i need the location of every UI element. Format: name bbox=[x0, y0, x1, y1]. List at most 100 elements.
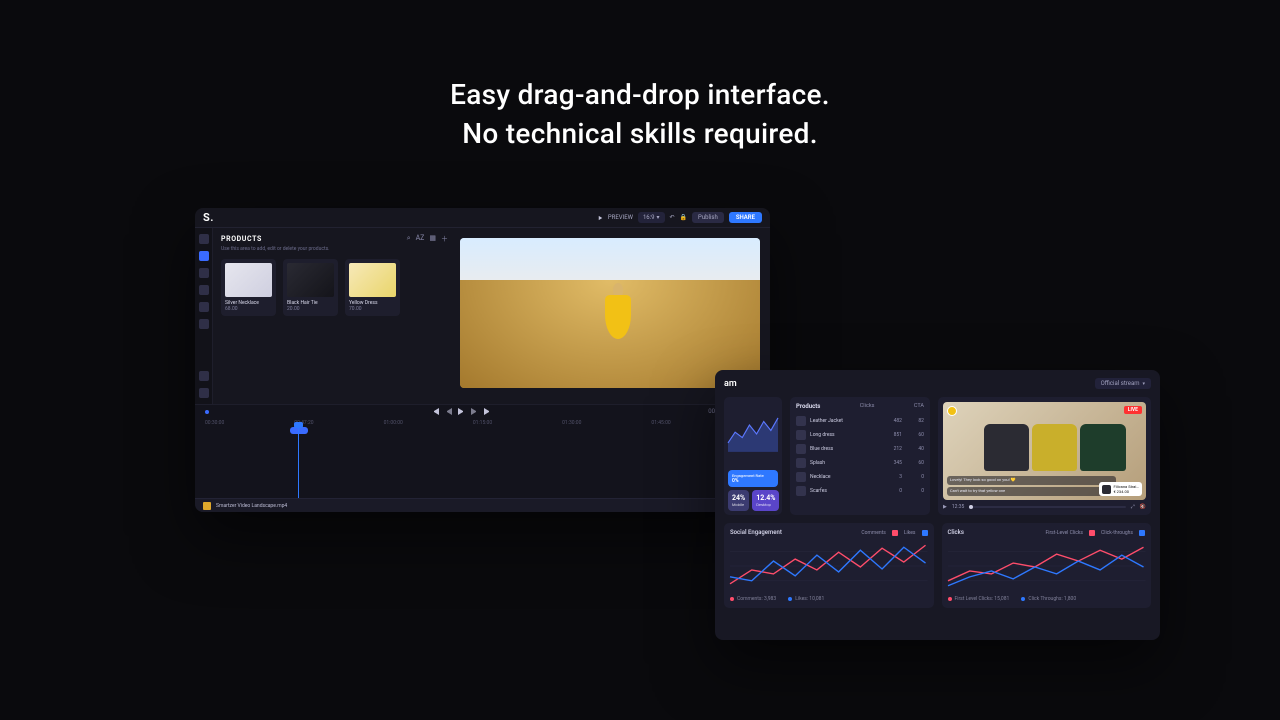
row-name: Blue dress bbox=[810, 446, 880, 452]
row-thumb bbox=[796, 416, 806, 426]
expand-icon[interactable]: ⤢ bbox=[1131, 504, 1135, 510]
clip-handle[interactable] bbox=[290, 427, 308, 434]
product-row[interactable]: Necklace30 bbox=[796, 470, 924, 484]
row-clicks: 851 bbox=[884, 432, 902, 438]
sidebar-text-icon[interactable] bbox=[199, 285, 209, 295]
live-video[interactable]: LIVE Lovely! They look so good on you! 💛… bbox=[943, 402, 1146, 500]
undo-icon[interactable]: ↶ bbox=[670, 214, 675, 221]
skip-back-icon[interactable] bbox=[432, 408, 439, 415]
settings-icon[interactable] bbox=[199, 371, 209, 381]
share-button[interactable]: SHARE bbox=[729, 212, 762, 223]
skip-fwd-icon[interactable] bbox=[484, 408, 491, 415]
play-icon[interactable] bbox=[599, 215, 603, 219]
grid-view-icon[interactable]: ▦ bbox=[429, 234, 436, 244]
social-engagement-chart: Social Engagement Comments Likes Comment… bbox=[724, 523, 934, 608]
product-card[interactable]: Silver Necklace 68.00 bbox=[221, 259, 276, 316]
product-card[interactable]: Black Hair Tie 20.00 bbox=[283, 259, 338, 316]
dashboard-title: am bbox=[724, 379, 737, 389]
aspect-ratio-chip[interactable]: 16:9 ▾ bbox=[638, 212, 665, 223]
social-chart-svg bbox=[730, 539, 928, 593]
sidebar-search-icon[interactable] bbox=[199, 302, 209, 312]
search-icon[interactable]: ⌕ bbox=[407, 234, 411, 244]
editor-sidebar bbox=[195, 228, 213, 404]
sort-button[interactable]: AZ bbox=[416, 234, 425, 244]
play-icon[interactable]: ▶ bbox=[943, 504, 947, 510]
sidebar-media-icon[interactable] bbox=[199, 234, 209, 244]
clicks-chart-svg bbox=[948, 539, 1146, 593]
product mumb-liver bbox=[225, 263, 272, 297]
row-thumb bbox=[796, 486, 806, 496]
play-icon[interactable] bbox=[458, 408, 465, 415]
sidebar-more-icon[interactable] bbox=[199, 319, 209, 329]
overview-chart-card: Engagement Rate 0% 24% Mobile 12.4% Desk… bbox=[724, 397, 782, 515]
editor-window: S. PREVIEW 16:9 ▾ ↶ 🔒 Publish SHARE bbox=[195, 208, 770, 512]
product-row[interactable]: Scarfes00 bbox=[796, 484, 924, 498]
playhead[interactable] bbox=[298, 427, 299, 498]
products-heading: Products bbox=[796, 403, 820, 410]
preview-frame bbox=[460, 238, 760, 388]
product-price: 20.00 bbox=[287, 306, 334, 312]
row-name: Scarfes bbox=[810, 488, 880, 494]
preview-label[interactable]: PREVIEW bbox=[608, 214, 633, 221]
row-thumb bbox=[796, 430, 806, 440]
row-name: Necklace bbox=[810, 474, 880, 480]
clicks-chart: Clicks First-Level Clicks Click-throughs… bbox=[942, 523, 1152, 608]
product-thumb bbox=[287, 263, 334, 297]
streamer-avatar bbox=[947, 406, 957, 416]
overview-sparkline bbox=[728, 401, 778, 467]
row-cta: 60 bbox=[906, 460, 924, 466]
kpi-desktop: 12.4% Desktop bbox=[752, 490, 779, 511]
row-name: Splash bbox=[810, 460, 880, 466]
mute-icon[interactable]: 🔇 bbox=[1140, 504, 1146, 510]
timeline-tracks[interactable] bbox=[205, 429, 760, 498]
live-product-chip[interactable]: Filicana Strai… € 234.00 bbox=[1099, 482, 1142, 496]
hero-line-1: Easy drag-and-drop interface. bbox=[0, 75, 1280, 114]
row-clicks: 3 bbox=[884, 474, 902, 480]
panel-subtitle: Use this area to add, edit or delete you… bbox=[221, 246, 448, 252]
progress-bar[interactable] bbox=[969, 506, 1125, 508]
product-price: 68.00 bbox=[225, 306, 272, 312]
product-price: 70.00 bbox=[349, 306, 396, 312]
app-logo: S. bbox=[203, 211, 214, 224]
product-row[interactable]: Splash34560 bbox=[796, 456, 924, 470]
row-name: Leather Jacket bbox=[810, 418, 880, 424]
row-thumb bbox=[796, 472, 806, 482]
timeline-ruler: 00:30:0000:47:2001:00:0001:15:0001:30:00… bbox=[195, 420, 770, 426]
timeline: 00:34:00 / 01:01:09 00:30:0000:47:2001:0… bbox=[195, 404, 770, 512]
kpi-mobile: 24% Mobile bbox=[728, 490, 749, 511]
sidebar-products-icon[interactable] bbox=[199, 251, 209, 261]
sidebar-layers-icon[interactable] bbox=[199, 268, 209, 278]
step-back-icon[interactable] bbox=[445, 408, 452, 415]
hero-line-2: No technical skills required. bbox=[0, 114, 1280, 153]
publish-button[interactable]: Publish bbox=[692, 212, 724, 223]
products-panel: PRODUCTS ⌕ AZ ▦ ＋ Use this area to add, … bbox=[213, 228, 456, 404]
products-table-card: Products Clicks CTA Leather Jacket48282L… bbox=[790, 397, 930, 515]
row-thumb bbox=[796, 458, 806, 468]
timeline-footer: Smartzer Video Landscape.mp4 bbox=[195, 498, 770, 512]
lock-icon[interactable]: 🔒 bbox=[680, 214, 687, 221]
editor-topbar: S. PREVIEW 16:9 ▾ ↶ 🔒 Publish SHARE bbox=[195, 208, 770, 228]
clip-filename: Smartzer Video Landscape.mp4 bbox=[216, 503, 287, 509]
row-name: Long dress bbox=[810, 432, 880, 438]
stream-selector[interactable]: Official stream bbox=[1095, 378, 1151, 389]
row-cta: 0 bbox=[906, 488, 924, 494]
col-cta: CTA bbox=[914, 403, 924, 410]
panel-title: PRODUCTS bbox=[221, 235, 262, 243]
step-fwd-icon[interactable] bbox=[471, 408, 478, 415]
row-clicks: 482 bbox=[884, 418, 902, 424]
figure-illustration bbox=[604, 283, 632, 343]
hero-text: Easy drag-and-drop interface. No technic… bbox=[0, 0, 1280, 153]
product-row[interactable]: Long dress85160 bbox=[796, 428, 924, 442]
home-icon[interactable] bbox=[199, 388, 209, 398]
products-grid: Silver Necklace 68.00 Black Hair Tie 20.… bbox=[221, 259, 448, 316]
row-clicks: 212 bbox=[884, 446, 902, 452]
row-cta: 40 bbox=[906, 446, 924, 452]
engagement-card: Engagement Rate 0% bbox=[728, 470, 778, 487]
product-row[interactable]: Blue dress 212 40 bbox=[796, 442, 924, 456]
product-row[interactable]: Leather Jacket48282 bbox=[796, 414, 924, 428]
add-product-icon[interactable]: ＋ bbox=[441, 234, 448, 244]
product-card[interactable]: Yellow Dress 70.00 bbox=[345, 259, 400, 316]
row-thumb bbox=[796, 444, 806, 454]
product-thumb bbox=[349, 263, 396, 297]
record-indicator bbox=[205, 410, 209, 414]
